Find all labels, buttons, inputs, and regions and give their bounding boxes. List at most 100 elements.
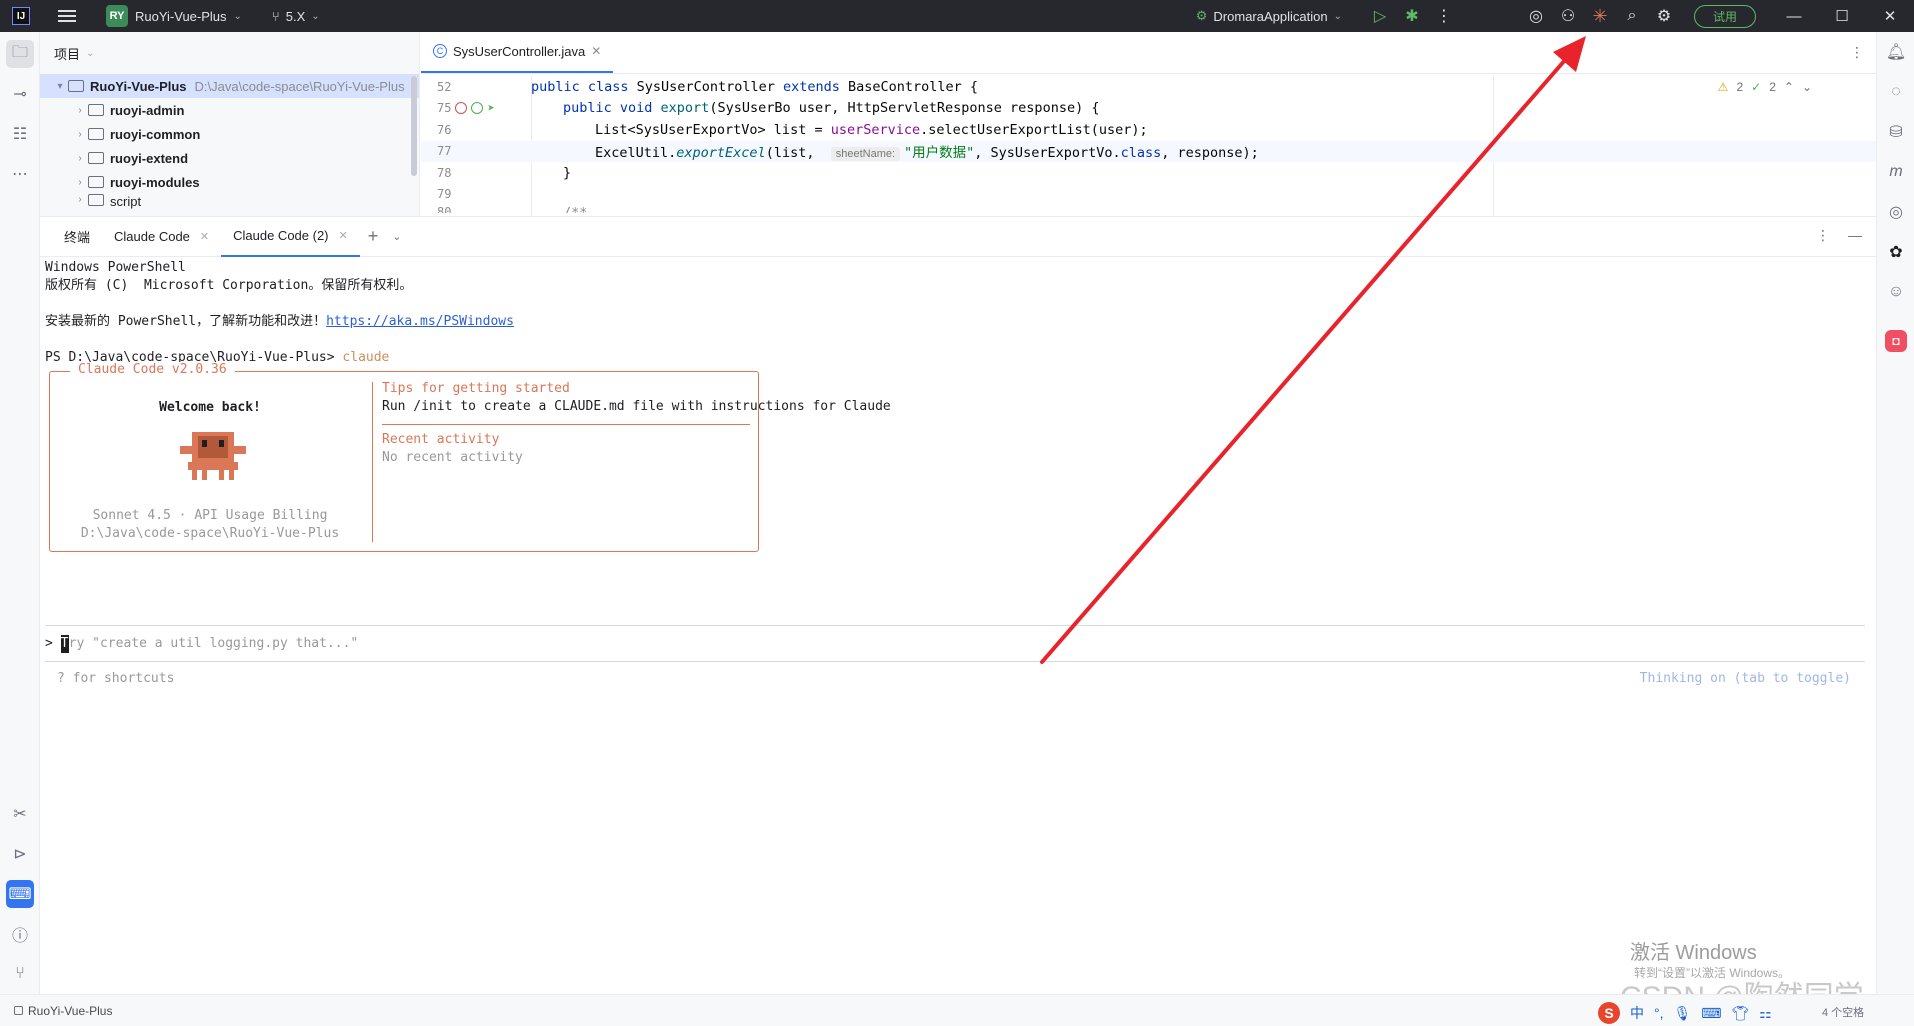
run-panel-icon[interactable]: ⊳ <box>6 840 34 868</box>
status-project[interactable]: RuoYi-Vue-Plus <box>14 1004 112 1018</box>
tab-claude-code-2[interactable]: Claude Code (2) ✕ <box>221 217 360 257</box>
openai-icon[interactable]: ✿ <box>1882 238 1910 266</box>
expand-arrow-icon[interactable]: › <box>72 177 88 188</box>
structure-icon[interactable]: ☷ <box>6 120 34 148</box>
terminal-panel: 终端 Claude Code ✕ Claude Code (2) ✕ + ⌄ ⋮ —… <box>40 216 1876 994</box>
settings-gear-icon[interactable]: ⚙ <box>1648 0 1680 32</box>
tree-item-label: ruoyi-admin <box>110 102 185 118</box>
tree-root-path: D:\Java\code-space\RuoYi-Vue-Plus <box>194 78 405 94</box>
trial-button[interactable]: 试用 <box>1693 4 1756 28</box>
tips-text: Run /init to create a CLAUDE.md file wit… <box>382 399 891 414</box>
editor-tab-active[interactable]: C SysUserController.java ✕ <box>421 31 614 73</box>
endpoints-icon[interactable]: ◎ <box>1882 198 1910 226</box>
maximize-button[interactable]: ☐ <box>1818 0 1866 32</box>
tree-item[interactable]: › ruoyi-admin <box>40 98 419 122</box>
search-icon[interactable]: ⌕ <box>1616 0 1648 32</box>
expand-arrow-icon[interactable]: › <box>72 153 88 164</box>
project-switcher[interactable]: RY RuoYi-Vue-Plus ⌄ <box>106 5 242 27</box>
maven-icon[interactable]: m <box>1882 158 1910 186</box>
ai-chat-icon[interactable]: ◌ <box>1882 78 1910 106</box>
ime-language[interactable]: 中 <box>1630 1003 1644 1023</box>
spring-app-icon: ⚙ <box>1195 8 1208 23</box>
database-icon[interactable]: ⛁ <box>1882 118 1910 146</box>
tips-title: Tips for getting started <box>382 381 570 396</box>
hide-panel-icon[interactable]: — <box>1848 227 1862 244</box>
powershell-link[interactable]: https://aka.ms/PSWindows <box>326 314 514 329</box>
prompt-chevron: > <box>45 636 53 651</box>
claude-code-icon[interactable]: ✳ <box>1584 0 1616 32</box>
sogou-s-icon[interactable]: S <box>1598 1002 1620 1024</box>
project-folder-icon[interactable]: 🗀 <box>6 40 34 68</box>
git-branch-icon: ⑂ <box>271 8 280 24</box>
tab-terminal[interactable]: 终端 <box>52 217 102 257</box>
grid-menu-icon[interactable]: ⚏ <box>1759 1005 1772 1022</box>
project-panel-header[interactable]: 项目 ⌄ <box>40 32 419 74</box>
tree-item[interactable]: › script <box>40 194 419 210</box>
app-logo-icon[interactable]: IJ <box>12 7 30 25</box>
parameter-hint: sheetName: <box>830 147 901 162</box>
indent-setting[interactable]: 4 个空格 <box>1822 1004 1864 1020</box>
chevron-down-icon: ⌄ <box>1333 10 1342 22</box>
scrollbar-thumb[interactable] <box>411 76 417 176</box>
problems-icon[interactable]: ⓘ <box>6 920 34 948</box>
recent-activity-title: Recent activity <box>382 432 500 447</box>
microphone-icon[interactable]: 🎙︎ <box>1674 1005 1692 1022</box>
branch-name: 5.X <box>285 8 306 24</box>
expand-arrow-icon[interactable]: › <box>72 105 88 116</box>
claude-mascot-icon <box>180 432 246 480</box>
close-tab-icon[interactable]: ✕ <box>339 229 348 242</box>
branch-switcher[interactable]: ⑂ 5.X ⌄ <box>272 9 320 24</box>
endpoint-icon[interactable] <box>471 102 484 115</box>
new-tab-plus-icon[interactable]: + <box>360 226 387 247</box>
terminal-output[interactable]: Windows PowerShell 版权所有 (C) Microsoft Co… <box>45 259 1865 686</box>
ai-assistant-icon[interactable]: ◎ <box>1520 0 1552 32</box>
skin-shirt-icon[interactable]: 👕︎ <box>1732 1005 1750 1022</box>
plugin-red-icon[interactable]: ◘ <box>1885 330 1907 352</box>
close-window-button[interactable]: ✕ <box>1866 0 1914 32</box>
working-directory: D:\Java\code-space\RuoYi-Vue-Plus <box>80 526 340 541</box>
right-tool-stripe: 🔔︎ ◌ ⛁ m ◎ ✿ ☺ ◘ <box>1876 32 1914 994</box>
commit-icon[interactable]: ⊸ <box>6 80 34 108</box>
add-user-icon[interactable]: ⚇ <box>1552 0 1584 32</box>
services-icon[interactable]: ✂ <box>6 800 34 828</box>
breakpoint-icon[interactable] <box>455 102 468 115</box>
command-text: claude <box>342 350 390 365</box>
run-icon[interactable]: ▷ <box>1364 0 1396 32</box>
notifications-bell-icon[interactable]: 🔔︎ <box>1882 38 1910 66</box>
line-number: 76 <box>437 122 452 137</box>
terminal-actions: ⋮ — <box>1816 227 1862 244</box>
terminal-line: 版权所有 (C) Microsoft Corporation。保留所有权利。 <box>45 278 413 293</box>
more-actions-icon[interactable]: ⋮ <box>1428 0 1460 32</box>
status-project-name: RuoYi-Vue-Plus <box>28 1003 113 1018</box>
more-tools-icon[interactable]: ⋯ <box>6 160 34 188</box>
debug-icon[interactable]: ✱ <box>1396 0 1428 32</box>
close-tab-icon[interactable]: ✕ <box>200 230 209 243</box>
git-icon[interactable]: ⑂ <box>6 960 34 988</box>
chevron-down-icon: ⌄ <box>311 10 320 22</box>
tree-item[interactable]: › ruoyi-modules <box>40 170 419 194</box>
editor-more-icon[interactable]: ⋮ <box>1850 44 1864 61</box>
run-config-selector[interactable]: ⚙ DromaraApplication ⌄ <box>1196 8 1342 24</box>
tree-item[interactable]: › ruoyi-common <box>40 122 419 146</box>
copilot-icon[interactable]: ☺ <box>1882 278 1910 306</box>
send-request-icon[interactable]: ➤ <box>487 101 494 115</box>
punctuation-icon[interactable]: °, <box>1654 1005 1664 1021</box>
terminal-icon[interactable]: ⌨ <box>6 880 34 908</box>
close-tab-icon[interactable]: ✕ <box>591 44 601 58</box>
code-area[interactable]: 52 public class SysUserController extend… <box>421 76 1876 213</box>
expand-arrow-icon[interactable]: › <box>72 129 88 140</box>
more-options-icon[interactable]: ⋮ <box>1816 227 1830 244</box>
chevron-down-icon[interactable]: ⌄ <box>386 230 407 243</box>
expand-arrow-icon[interactable]: › <box>72 194 88 205</box>
tree-item[interactable]: › ruoyi-extend <box>40 146 419 170</box>
tab-claude-code[interactable]: Claude Code ✕ <box>102 217 221 257</box>
expand-arrow-icon[interactable]: ▾ <box>52 81 68 92</box>
terminal-line: 安装最新的 PowerShell，了解新功能和改进！https://aka.ms… <box>45 314 514 329</box>
minimize-button[interactable]: — <box>1770 0 1818 32</box>
main-menu-icon[interactable] <box>58 10 76 22</box>
thinking-toggle-hint[interactable]: Thinking on (tab to toggle) <box>1640 671 1851 686</box>
tree-root[interactable]: ▾ RuoYi-Vue-Plus D:\Java\code-space\RuoY… <box>40 74 419 98</box>
keyboard-icon[interactable]: ⌨ <box>1701 1005 1721 1022</box>
tree-item-label: ruoyi-extend <box>110 150 189 166</box>
claude-prompt-input[interactable]: > Try "create a util logging.py that..." <box>45 625 1865 662</box>
